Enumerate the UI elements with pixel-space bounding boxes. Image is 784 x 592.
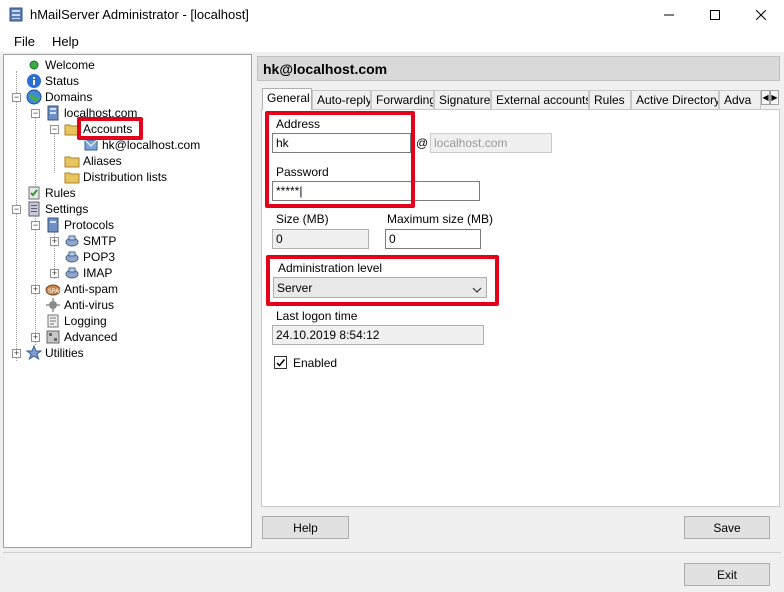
- tree-item-distribution-lists[interactable]: Distribution lists: [64, 169, 167, 185]
- collapse-protocols-toggle[interactable]: −: [31, 221, 40, 230]
- tree-item-imap[interactable]: IMAP: [64, 265, 112, 281]
- close-button[interactable]: [738, 0, 784, 30]
- expand-anti-spam-toggle[interactable]: +: [31, 285, 40, 294]
- tree-item-smtp[interactable]: SMTP: [64, 233, 116, 249]
- collapse-domain-toggle[interactable]: −: [31, 109, 40, 118]
- tab-scroll-right-button[interactable]: ▶: [770, 90, 779, 105]
- virus-icon: [45, 297, 61, 313]
- help-button[interactable]: Help: [262, 516, 349, 539]
- tree-item-status[interactable]: Status: [26, 73, 79, 89]
- tab-general[interactable]: General: [262, 88, 312, 110]
- protocol-icon: [64, 249, 80, 265]
- tree-item-rules[interactable]: Rules: [26, 185, 76, 201]
- rules-icon: [26, 185, 42, 201]
- tree-item-anti-virus[interactable]: Anti-virus: [45, 297, 114, 313]
- window-title: hMailServer Administrator - [localhost]: [30, 7, 249, 22]
- enabled-label: Enabled: [293, 356, 338, 370]
- user-mailbox-icon: [83, 137, 99, 153]
- tree-item-aliases[interactable]: Aliases: [64, 153, 122, 169]
- settings-icon: [26, 201, 42, 217]
- chevron-down-icon: [472, 283, 482, 297]
- address-input[interactable]: hk: [272, 133, 411, 153]
- app-icon: [9, 7, 23, 22]
- folder-icon: [64, 121, 80, 137]
- tab-forwarding[interactable]: Forwarding: [371, 90, 434, 109]
- protocol-icon: [64, 265, 80, 281]
- tab-signature[interactable]: Signature: [434, 90, 491, 109]
- tree-item-utilities[interactable]: Utilities: [25, 344, 84, 361]
- collapse-settings-toggle[interactable]: −: [12, 205, 21, 214]
- exit-button[interactable]: Exit: [684, 563, 770, 586]
- tree-item-anti-spam[interactable]: SPAM Anti-spam: [45, 281, 118, 297]
- close-icon: [756, 10, 766, 20]
- folder-icon: [64, 169, 80, 185]
- tab-scroll-left-button[interactable]: ◀: [761, 90, 770, 105]
- address-label: Address: [276, 117, 321, 131]
- protocol-icon: [64, 233, 80, 249]
- size-label: Size (MB): [276, 212, 329, 226]
- minimize-icon: [664, 14, 674, 16]
- expand-smtp-toggle[interactable]: +: [50, 237, 59, 246]
- tab-active-directory[interactable]: Active Directory: [631, 90, 719, 109]
- password-input[interactable]: *****|: [272, 181, 480, 201]
- expand-advanced-toggle[interactable]: +: [31, 333, 40, 342]
- tab-scroll-arrows: ◀ ▶: [761, 90, 779, 105]
- server-icon: [45, 105, 61, 121]
- at-sign: @: [416, 136, 429, 150]
- tree-item-accounts[interactable]: Accounts: [64, 121, 132, 137]
- tab-external-accounts[interactable]: External accounts: [491, 90, 589, 109]
- maximize-icon: [710, 10, 720, 20]
- tree-item-pop3[interactable]: POP3: [64, 249, 115, 265]
- tree-item-domains[interactable]: Domains: [26, 89, 92, 105]
- collapse-domains-toggle[interactable]: −: [12, 93, 21, 102]
- navigation-tree[interactable]: Welcome Status − Domains − localhost.com…: [3, 54, 252, 548]
- menu-file[interactable]: File: [14, 34, 35, 49]
- tab-auto-reply[interactable]: Auto-reply: [312, 90, 371, 109]
- advanced-icon: [45, 329, 61, 345]
- divider: [3, 552, 781, 553]
- expand-utilities-toggle[interactable]: +: [12, 349, 21, 358]
- tab-advanced[interactable]: Adva: [719, 90, 761, 109]
- tree-item-welcome[interactable]: Welcome: [26, 57, 95, 73]
- maximize-button[interactable]: [692, 0, 738, 30]
- utilities-icon: [25, 344, 43, 361]
- globe-icon: [26, 89, 42, 105]
- tree-item-account-hk[interactable]: hk@localhost.com: [83, 137, 200, 153]
- collapse-accounts-toggle[interactable]: −: [50, 125, 59, 134]
- menu-bar: [0, 30, 784, 52]
- spam-icon: SPAM: [45, 281, 64, 297]
- tree-item-logging[interactable]: Logging: [45, 313, 107, 329]
- expand-imap-toggle[interactable]: +: [50, 269, 59, 278]
- admin-level-label: Administration level: [278, 261, 383, 275]
- enabled-checkbox[interactable]: [274, 356, 287, 369]
- size-field: 0: [272, 229, 369, 249]
- admin-level-select[interactable]: Server: [273, 277, 487, 298]
- tree-item-localhost-com[interactable]: localhost.com: [45, 105, 137, 121]
- welcome-icon: [26, 57, 42, 73]
- menu-help[interactable]: Help: [52, 34, 79, 49]
- password-label: Password: [276, 165, 329, 179]
- svg-text:SPAM: SPAM: [48, 288, 61, 295]
- info-icon: [26, 73, 42, 89]
- page-title: hk@localhost.com: [263, 61, 388, 77]
- tree-item-settings[interactable]: Settings: [26, 201, 88, 217]
- tree-item-advanced[interactable]: Advanced: [45, 329, 117, 345]
- checkmark-icon: [276, 359, 286, 367]
- general-tab-panel: [261, 109, 780, 507]
- admin-level-value: Server: [277, 281, 313, 295]
- max-size-input[interactable]: 0: [385, 229, 481, 249]
- folder-icon: [64, 153, 80, 169]
- save-button[interactable]: Save: [684, 516, 770, 539]
- max-size-label: Maximum size (MB): [387, 212, 494, 226]
- last-logon-label: Last logon time: [276, 309, 358, 323]
- protocols-icon: [45, 217, 61, 233]
- logging-icon: [45, 313, 61, 329]
- tab-rules[interactable]: Rules: [589, 90, 631, 109]
- minimize-button[interactable]: [646, 0, 692, 30]
- domain-field: localhost.com: [430, 133, 552, 153]
- tree-item-protocols[interactable]: Protocols: [45, 217, 114, 233]
- last-logon-field: 24.10.2019 8:54:12: [272, 325, 484, 345]
